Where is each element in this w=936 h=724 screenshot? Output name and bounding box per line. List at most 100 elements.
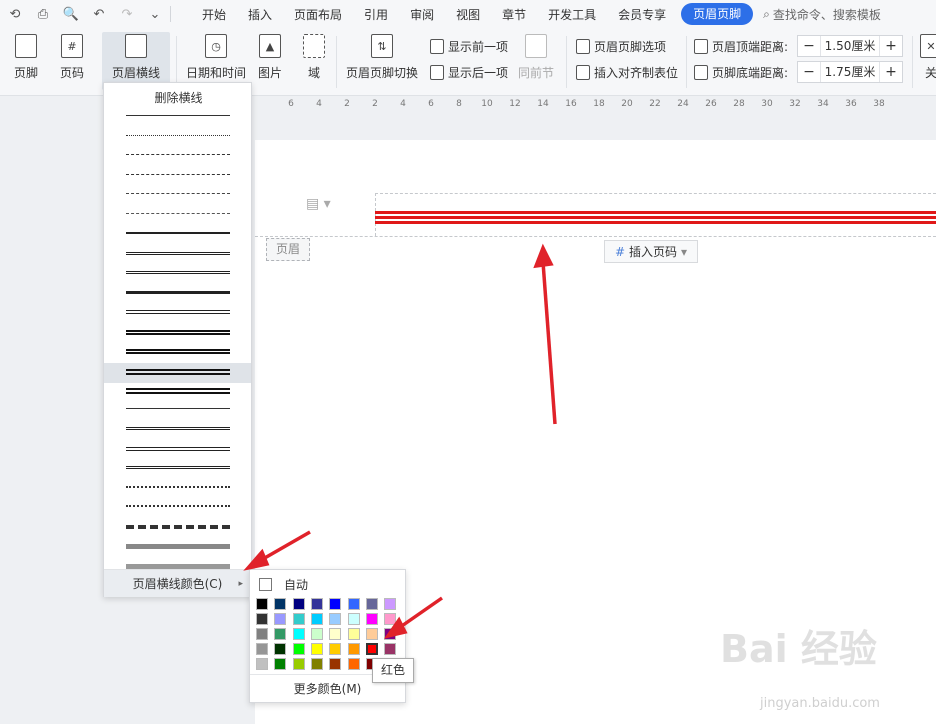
top-distance-value[interactable]: 1.50厘米 <box>820 36 880 56</box>
color-swatch[interactable] <box>384 643 397 655</box>
color-swatch[interactable] <box>274 613 287 625</box>
color-swatch[interactable] <box>347 598 360 610</box>
line-style-option[interactable] <box>126 212 230 227</box>
line-style-option[interactable] <box>126 329 230 344</box>
color-swatch[interactable] <box>310 598 323 610</box>
print-icon[interactable]: ⎙ <box>34 7 52 22</box>
line-style-option[interactable] <box>126 349 230 363</box>
insert-page-number-button[interactable]: # 插入页码 ▾ <box>604 240 698 263</box>
color-swatch[interactable] <box>256 643 268 655</box>
page-number-button[interactable]: # 页码 <box>60 34 84 81</box>
color-swatch[interactable] <box>256 658 268 670</box>
color-swatch[interactable] <box>329 598 342 610</box>
color-swatch[interactable] <box>274 598 287 610</box>
line-style-option[interactable] <box>126 524 230 539</box>
color-swatch[interactable] <box>292 628 305 640</box>
header-line-color-option[interactable]: 页眉横线颜色(C) ▸ <box>104 569 251 597</box>
color-swatch[interactable] <box>256 628 268 640</box>
auto-checkbox[interactable] <box>259 578 272 591</box>
color-swatch[interactable] <box>329 628 342 640</box>
color-swatch[interactable] <box>256 598 268 610</box>
same-as-prev-button[interactable]: 同前节 <box>518 34 554 81</box>
color-swatch[interactable] <box>365 613 378 625</box>
close-button[interactable]: ✕ 关 <box>920 34 936 81</box>
minus-icon[interactable]: − <box>798 36 820 56</box>
show-next-button[interactable]: 显示后一项 <box>430 64 508 81</box>
auto-color-option[interactable]: 自动 <box>259 576 308 593</box>
color-swatch[interactable] <box>310 643 323 655</box>
color-swatch[interactable] <box>365 598 378 610</box>
line-style-option[interactable] <box>126 154 230 168</box>
line-style-option[interactable] <box>126 173 230 188</box>
menu-item[interactable]: 章节 <box>491 6 537 23</box>
line-style-option[interactable] <box>126 505 230 519</box>
line-style-option[interactable] <box>126 407 230 422</box>
color-swatch[interactable] <box>310 658 323 670</box>
menu-item[interactable]: 审阅 <box>399 6 445 23</box>
search-box[interactable]: ⌕ 查找命令、搜索模板 <box>763 6 881 23</box>
plus-icon[interactable]: + <box>880 62 902 82</box>
menu-item[interactable]: 页面布局 <box>283 6 353 23</box>
footer-button[interactable]: 页脚 <box>14 34 38 81</box>
line-style-option[interactable] <box>126 251 230 266</box>
bottom-distance-value[interactable]: 1.75厘米 <box>820 62 880 82</box>
minus-icon[interactable]: − <box>798 62 820 82</box>
color-swatch[interactable] <box>310 613 323 625</box>
line-style-option[interactable] <box>126 388 230 402</box>
menu-item[interactable]: 插入 <box>237 6 283 23</box>
print-preview-icon[interactable]: 🔍 <box>62 7 80 22</box>
menu-item-active[interactable]: 页眉页脚 <box>681 3 754 25</box>
color-swatch[interactable] <box>274 628 287 640</box>
datetime-button[interactable]: ◷ 日期和时间 <box>186 34 246 81</box>
menu-item[interactable]: 会员专享 <box>607 6 677 23</box>
line-style-option[interactable] <box>126 368 230 383</box>
horizontal-ruler[interactable]: 6 4 2 2 4 6 8 10 12 14 16 18 20 22 24 26 28 30 32 34 36 38 <box>255 96 936 116</box>
redo-icon[interactable]: ↷ <box>118 7 136 22</box>
color-swatch[interactable] <box>329 658 342 670</box>
field-button[interactable]: 域 <box>303 34 325 81</box>
color-swatch[interactable] <box>292 643 305 655</box>
header-footer-options-button[interactable]: 页眉页脚选项 <box>576 38 666 55</box>
color-swatch[interactable] <box>347 628 360 640</box>
color-swatch[interactable] <box>384 628 397 640</box>
show-prev-button[interactable]: 显示前一项 <box>430 38 508 55</box>
line-style-option[interactable] <box>126 310 230 324</box>
line-style-option[interactable] <box>126 290 230 305</box>
color-swatch[interactable] <box>384 613 397 625</box>
line-style-option[interactable] <box>126 115 230 129</box>
color-swatch[interactable] <box>292 658 305 670</box>
line-style-option[interactable] <box>126 544 230 558</box>
color-swatch[interactable] <box>347 613 360 625</box>
delete-line-option[interactable]: 删除横线 <box>104 89 253 106</box>
line-style-option[interactable] <box>126 427 230 441</box>
color-swatch[interactable] <box>347 658 360 670</box>
line-style-option[interactable] <box>126 466 230 480</box>
color-swatch[interactable] <box>329 613 342 625</box>
color-swatch[interactable] <box>292 613 305 625</box>
menu-item[interactable]: 开始 <box>191 6 237 23</box>
color-swatch[interactable] <box>292 598 305 610</box>
undo-icon[interactable]: ↶ <box>90 7 108 22</box>
color-swatch[interactable] <box>310 628 323 640</box>
line-style-option[interactable] <box>126 193 230 207</box>
color-swatch[interactable] <box>347 643 360 655</box>
color-swatch[interactable] <box>256 613 268 625</box>
menu-item[interactable]: 开发工具 <box>537 6 607 23</box>
insert-tab-stop-button[interactable]: 插入对齐制表位 <box>576 64 678 81</box>
top-distance-stepper[interactable]: − 1.50厘米 + <box>797 35 903 57</box>
chevron-down-icon[interactable]: ⌄ <box>146 7 164 22</box>
color-swatch[interactable] <box>274 643 287 655</box>
document-icon[interactable]: ▤ ▾ <box>306 196 331 212</box>
color-swatch[interactable] <box>329 643 342 655</box>
picture-button[interactable]: ▲ 图片 <box>258 34 282 81</box>
color-swatch-red[interactable] <box>365 643 378 655</box>
color-swatch[interactable] <box>274 658 287 670</box>
color-swatch[interactable] <box>384 598 397 610</box>
color-swatch[interactable] <box>365 628 378 640</box>
undo-history-icon[interactable]: ⟲ <box>6 7 24 22</box>
bottom-distance-stepper[interactable]: − 1.75厘米 + <box>797 61 903 83</box>
line-style-option[interactable] <box>126 232 230 246</box>
header-footer-switch-button[interactable]: ⇅ 页眉页脚切换 <box>346 34 418 81</box>
menu-item[interactable]: 引用 <box>353 6 399 23</box>
menu-item[interactable]: 视图 <box>445 6 491 23</box>
